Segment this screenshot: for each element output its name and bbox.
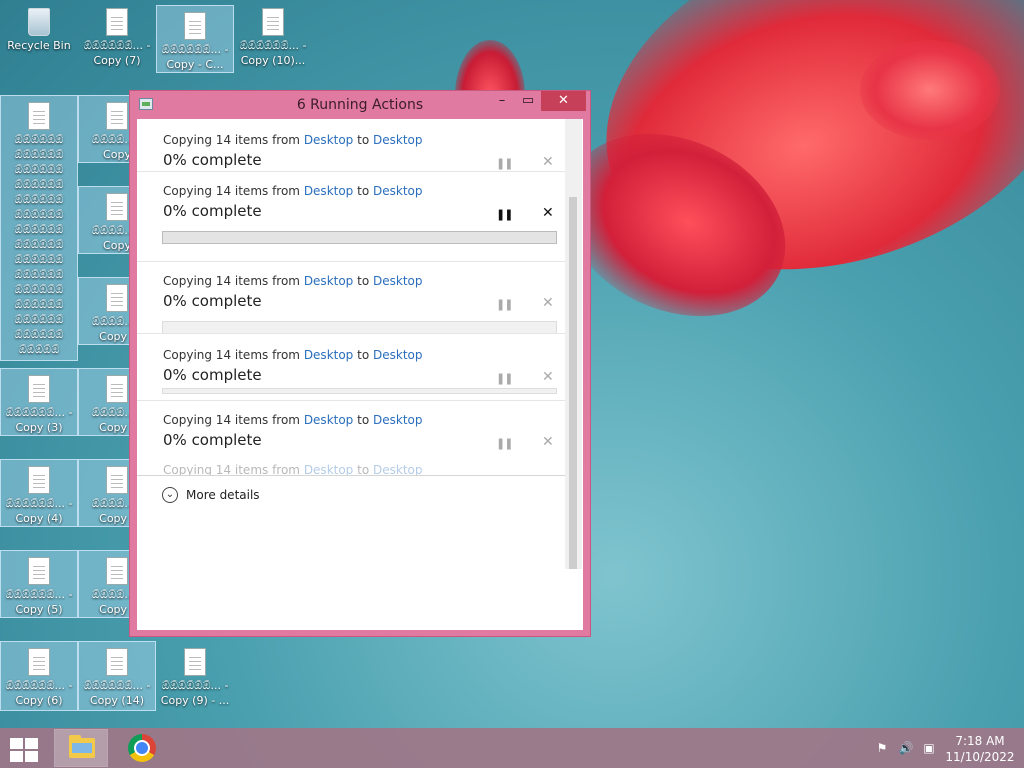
operation-description: Copying 14 items from Desktop to Desktop <box>163 463 423 475</box>
document-icon <box>28 466 50 494</box>
source-link[interactable]: Desktop <box>304 348 354 362</box>
maximize-button[interactable]: ▭ <box>515 91 541 111</box>
more-details-label: More details <box>186 488 260 502</box>
source-link[interactable]: Desktop <box>304 133 354 147</box>
operation-status: 0% complete <box>163 366 262 384</box>
document-icon <box>106 557 128 585</box>
operation-description: Copying 14 items from Desktop to Desktop <box>163 348 423 362</box>
cancel-operation-button[interactable]: ✕ <box>542 154 554 170</box>
chevron-down-icon: ⌄ <box>162 487 178 503</box>
clock-time: 7:18 AM <box>955 734 1005 748</box>
operation-description: Copying 14 items from Desktop to Desktop <box>163 184 423 198</box>
copy-operation: Copying 14 items from Desktop to Desktop… <box>137 133 565 173</box>
separator <box>137 475 565 476</box>
copy-operation: Copying 14 items from Desktop to Desktop… <box>137 413 565 453</box>
pause-button[interactable]: ❚❚ <box>496 298 513 311</box>
desktop-icon-file[interactable]: ඕඕඕඕඕඕ... - Copy (10)... <box>235 2 311 74</box>
start-button[interactable] <box>10 738 38 762</box>
separator <box>137 400 565 401</box>
source-link[interactable]: Desktop <box>304 463 354 475</box>
desktop-icon-file[interactable]: ඕඕඕඕඕඕ... - Copy - C... <box>156 5 234 73</box>
operation-status: 0% complete <box>163 292 262 310</box>
desktop-icon-file[interactable]: ඕඕඕඕඕඕ... - Copy (3) <box>0 368 78 436</box>
destination-link[interactable]: Desktop <box>373 348 423 362</box>
recycle-bin-icon <box>28 8 50 36</box>
document-icon <box>184 12 206 40</box>
destination-link[interactable]: Desktop <box>373 184 423 198</box>
copy-operation: Copying 14 items from Desktop to Desktop <box>137 463 565 475</box>
speaker-icon[interactable]: 🔊 <box>898 740 914 756</box>
pause-button[interactable]: ❚❚ <box>496 437 513 450</box>
document-icon <box>106 284 128 312</box>
operation-status: 0% complete <box>163 431 262 449</box>
separator <box>137 333 565 334</box>
document-icon <box>106 648 128 676</box>
copy-operation: Copying 14 items from Desktop to Desktop… <box>137 184 565 254</box>
operation-status: 0% complete <box>163 151 262 169</box>
pause-button[interactable]: ❚❚ <box>496 208 513 221</box>
dialog-titlebar[interactable]: 6 Running Actions – ▭ ✕ <box>130 91 590 119</box>
source-link[interactable]: Desktop <box>304 274 354 288</box>
desktop-icon-file[interactable]: ඕඕඕඕඕඕ... - Copy (9) - ... <box>157 642 233 710</box>
desktop-icon-recycle-bin[interactable]: Recycle Bin <box>1 2 77 62</box>
destination-link[interactable]: Desktop <box>373 133 423 147</box>
document-icon <box>28 648 50 676</box>
copy-operation: Copying 14 items from Desktop to Desktop… <box>137 348 565 398</box>
dialog-client: Copying 14 items from Desktop to Desktop… <box>137 119 583 630</box>
desktop-icon-file[interactable]: ඕඕඕඕඕඕ... - Copy (4) <box>0 459 78 527</box>
scrollbar-thumb[interactable] <box>569 197 577 569</box>
cancel-operation-button[interactable]: ✕ <box>542 205 554 221</box>
destination-link[interactable]: Desktop <box>373 463 423 475</box>
windows-logo-icon <box>10 738 23 749</box>
progress-bar <box>162 231 557 244</box>
document-icon <box>106 466 128 494</box>
document-icon <box>28 102 50 130</box>
flag-error-icon[interactable]: ⚑ <box>874 740 890 756</box>
document-icon <box>28 375 50 403</box>
document-icon <box>106 8 128 36</box>
separator <box>137 261 565 262</box>
running-actions-dialog: 6 Running Actions – ▭ ✕ Copying 14 items… <box>130 91 590 636</box>
taskbar-clock[interactable]: 7:18 AM 11/10/2022 <box>940 733 1020 765</box>
cancel-operation-button[interactable]: ✕ <box>542 434 554 450</box>
document-icon <box>106 375 128 403</box>
document-icon <box>184 648 206 676</box>
operation-description: Copying 14 items from Desktop to Desktop <box>163 274 423 288</box>
destination-link[interactable]: Desktop <box>373 274 423 288</box>
destination-link[interactable]: Desktop <box>373 413 423 427</box>
progress-bar <box>162 388 557 394</box>
operation-description: Copying 14 items from Desktop to Desktop <box>163 413 423 427</box>
desktop-icon-file[interactable]: ඕඕඕඕඕඕ... - Copy (7) <box>79 2 155 74</box>
operation-description: Copying 14 items from Desktop to Desktop <box>163 133 423 147</box>
taskbar-chrome[interactable] <box>118 730 170 766</box>
cancel-operation-button[interactable]: ✕ <box>542 295 554 311</box>
taskbar: ⚑ 🔊 ▣ 7:18 AM 11/10/2022 <box>0 728 1024 768</box>
document-icon <box>28 557 50 585</box>
chrome-icon <box>128 734 156 762</box>
minimize-button[interactable]: – <box>489 91 515 111</box>
desktop-icon-file[interactable]: ඕඕඕඕඕඕ... - Copy (6) <box>0 641 78 711</box>
document-icon <box>106 193 128 221</box>
pause-button[interactable]: ❚❚ <box>496 372 513 385</box>
window-close-button[interactable]: ✕ <box>541 91 586 111</box>
taskbar-file-explorer[interactable] <box>54 729 108 767</box>
document-icon <box>106 102 128 130</box>
document-icon <box>262 8 284 36</box>
desktop-icon-file[interactable]: ඕඕඕඕඕඕ... - Copy (14) <box>78 641 156 711</box>
desktop-icon-file[interactable]: ඕඕඕඕඕඕ... - Copy (5) <box>0 550 78 618</box>
separator <box>137 171 565 172</box>
folder-icon <box>69 735 95 758</box>
source-link[interactable]: Desktop <box>304 413 354 427</box>
copy-operation: Copying 14 items from Desktop to Desktop… <box>137 274 565 338</box>
cancel-operation-button[interactable]: ✕ <box>542 369 554 385</box>
source-link[interactable]: Desktop <box>304 184 354 198</box>
network-icon[interactable]: ▣ <box>921 740 937 756</box>
pause-button[interactable]: ❚❚ <box>496 157 513 170</box>
wallpaper-flower-tip <box>860 40 1000 140</box>
clock-date: 11/10/2022 <box>945 750 1015 764</box>
desktop-icon-file[interactable]: ඕඕඕඕඕඕ ඕඕඕඕඕඕ ඕඕඕඕඕඕ ඕඕඕඕඕඕ ඕඕඕඕඕඕ ඕඕඕඕඕ… <box>0 95 78 361</box>
operation-status: 0% complete <box>163 202 262 220</box>
